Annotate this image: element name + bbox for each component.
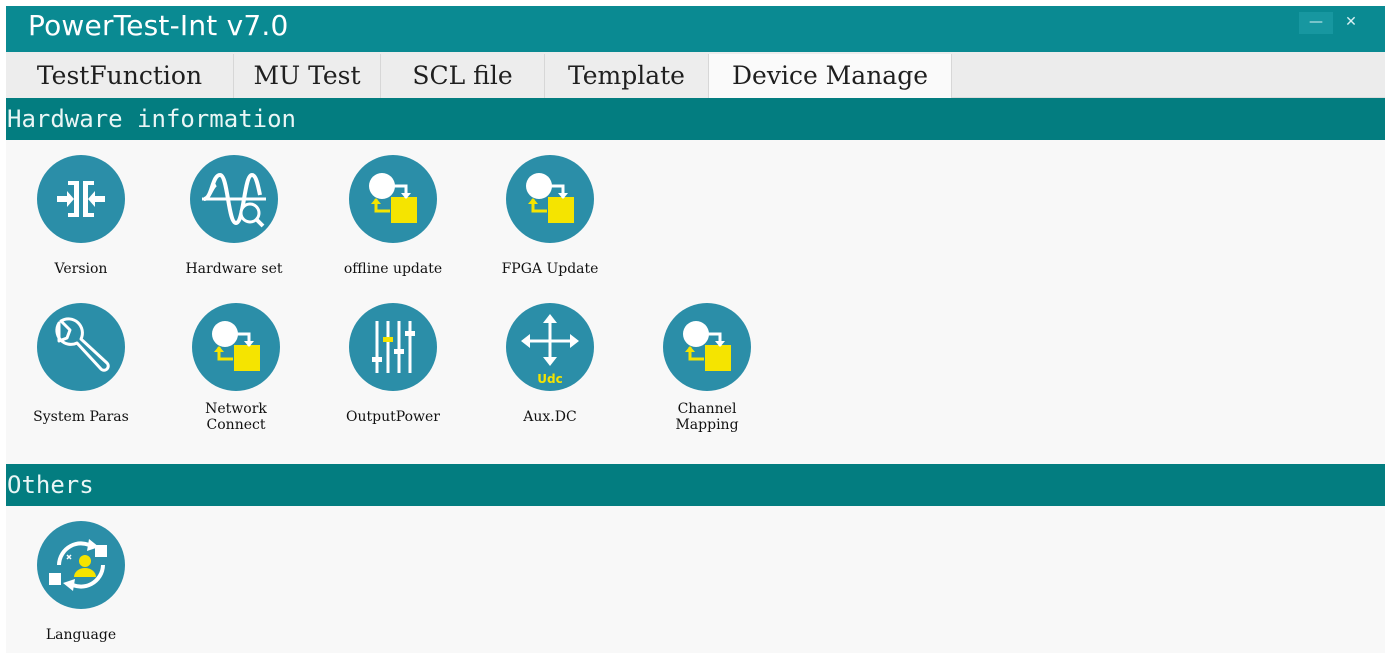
tile-label-network-connect: Network Connect	[205, 401, 267, 433]
tile-hardware-set[interactable]: Hardware set	[159, 155, 309, 295]
tile-label-offline-update: offline update	[343, 261, 443, 277]
tile-aux-dc[interactable]: Udc Aux.DC	[475, 303, 625, 443]
tile-language[interactable]: Language	[6, 521, 156, 653]
tile-label-version: Version	[54, 261, 108, 277]
tile-label-fpga-update: FPGA Update	[501, 261, 599, 277]
sliders-icon	[349, 303, 437, 391]
tab-device-manage[interactable]: Device Manage	[709, 54, 952, 98]
wrench-icon	[37, 303, 125, 391]
tile-fpga-update[interactable]: FPGA Update	[475, 155, 625, 295]
update-transfer-icon	[349, 155, 437, 243]
tile-label-outputpower: OutputPower	[346, 409, 440, 425]
tile-outputpower[interactable]: OutputPower	[318, 303, 468, 443]
tab-bar: TestFunction MU Test SCL file Template D…	[6, 52, 1385, 98]
tab-mu-test[interactable]: MU Test	[234, 54, 381, 98]
version-icon	[37, 155, 125, 243]
update-transfer-icon	[506, 155, 594, 243]
section-header-others: Others	[6, 464, 1385, 506]
tile-label-hardware-set: Hardware set	[185, 261, 283, 277]
update-transfer-icon	[192, 303, 280, 391]
tile-label-channel-mapping: Channel Mapping	[675, 401, 739, 433]
aux-dc-move-icon: Udc	[506, 303, 594, 391]
tile-version[interactable]: Version	[6, 155, 156, 295]
update-transfer-icon	[663, 303, 751, 391]
tile-label-language: Language	[45, 627, 117, 643]
tile-label-system-paras: System Paras	[33, 409, 129, 425]
device-manage-panel: Hardware information Version Hardware se…	[6, 98, 1385, 653]
tab-scl-file[interactable]: SCL file	[381, 54, 545, 98]
tile-channel-mapping[interactable]: Channel Mapping	[632, 303, 782, 443]
tile-system-paras[interactable]: System Paras	[6, 303, 156, 443]
title-bar: PowerTest-Int v7.0 — ✕	[6, 6, 1385, 52]
tile-label-aux-dc: Aux.DC	[523, 409, 577, 425]
section-header-hardware-information: Hardware information	[6, 98, 1385, 140]
udc-label: Udc	[537, 372, 562, 386]
minimize-button[interactable]: —	[1299, 12, 1333, 34]
language-icon	[37, 521, 125, 609]
close-button[interactable]: ✕	[1334, 12, 1368, 34]
tile-network-connect[interactable]: Network Connect	[161, 303, 311, 443]
hardware-set-icon	[190, 155, 278, 243]
tile-offline-update[interactable]: offline update	[318, 155, 468, 295]
app-title: PowerTest-Int v7.0	[28, 9, 289, 42]
tab-template[interactable]: Template	[545, 54, 709, 98]
tab-testfunction[interactable]: TestFunction	[6, 54, 234, 98]
